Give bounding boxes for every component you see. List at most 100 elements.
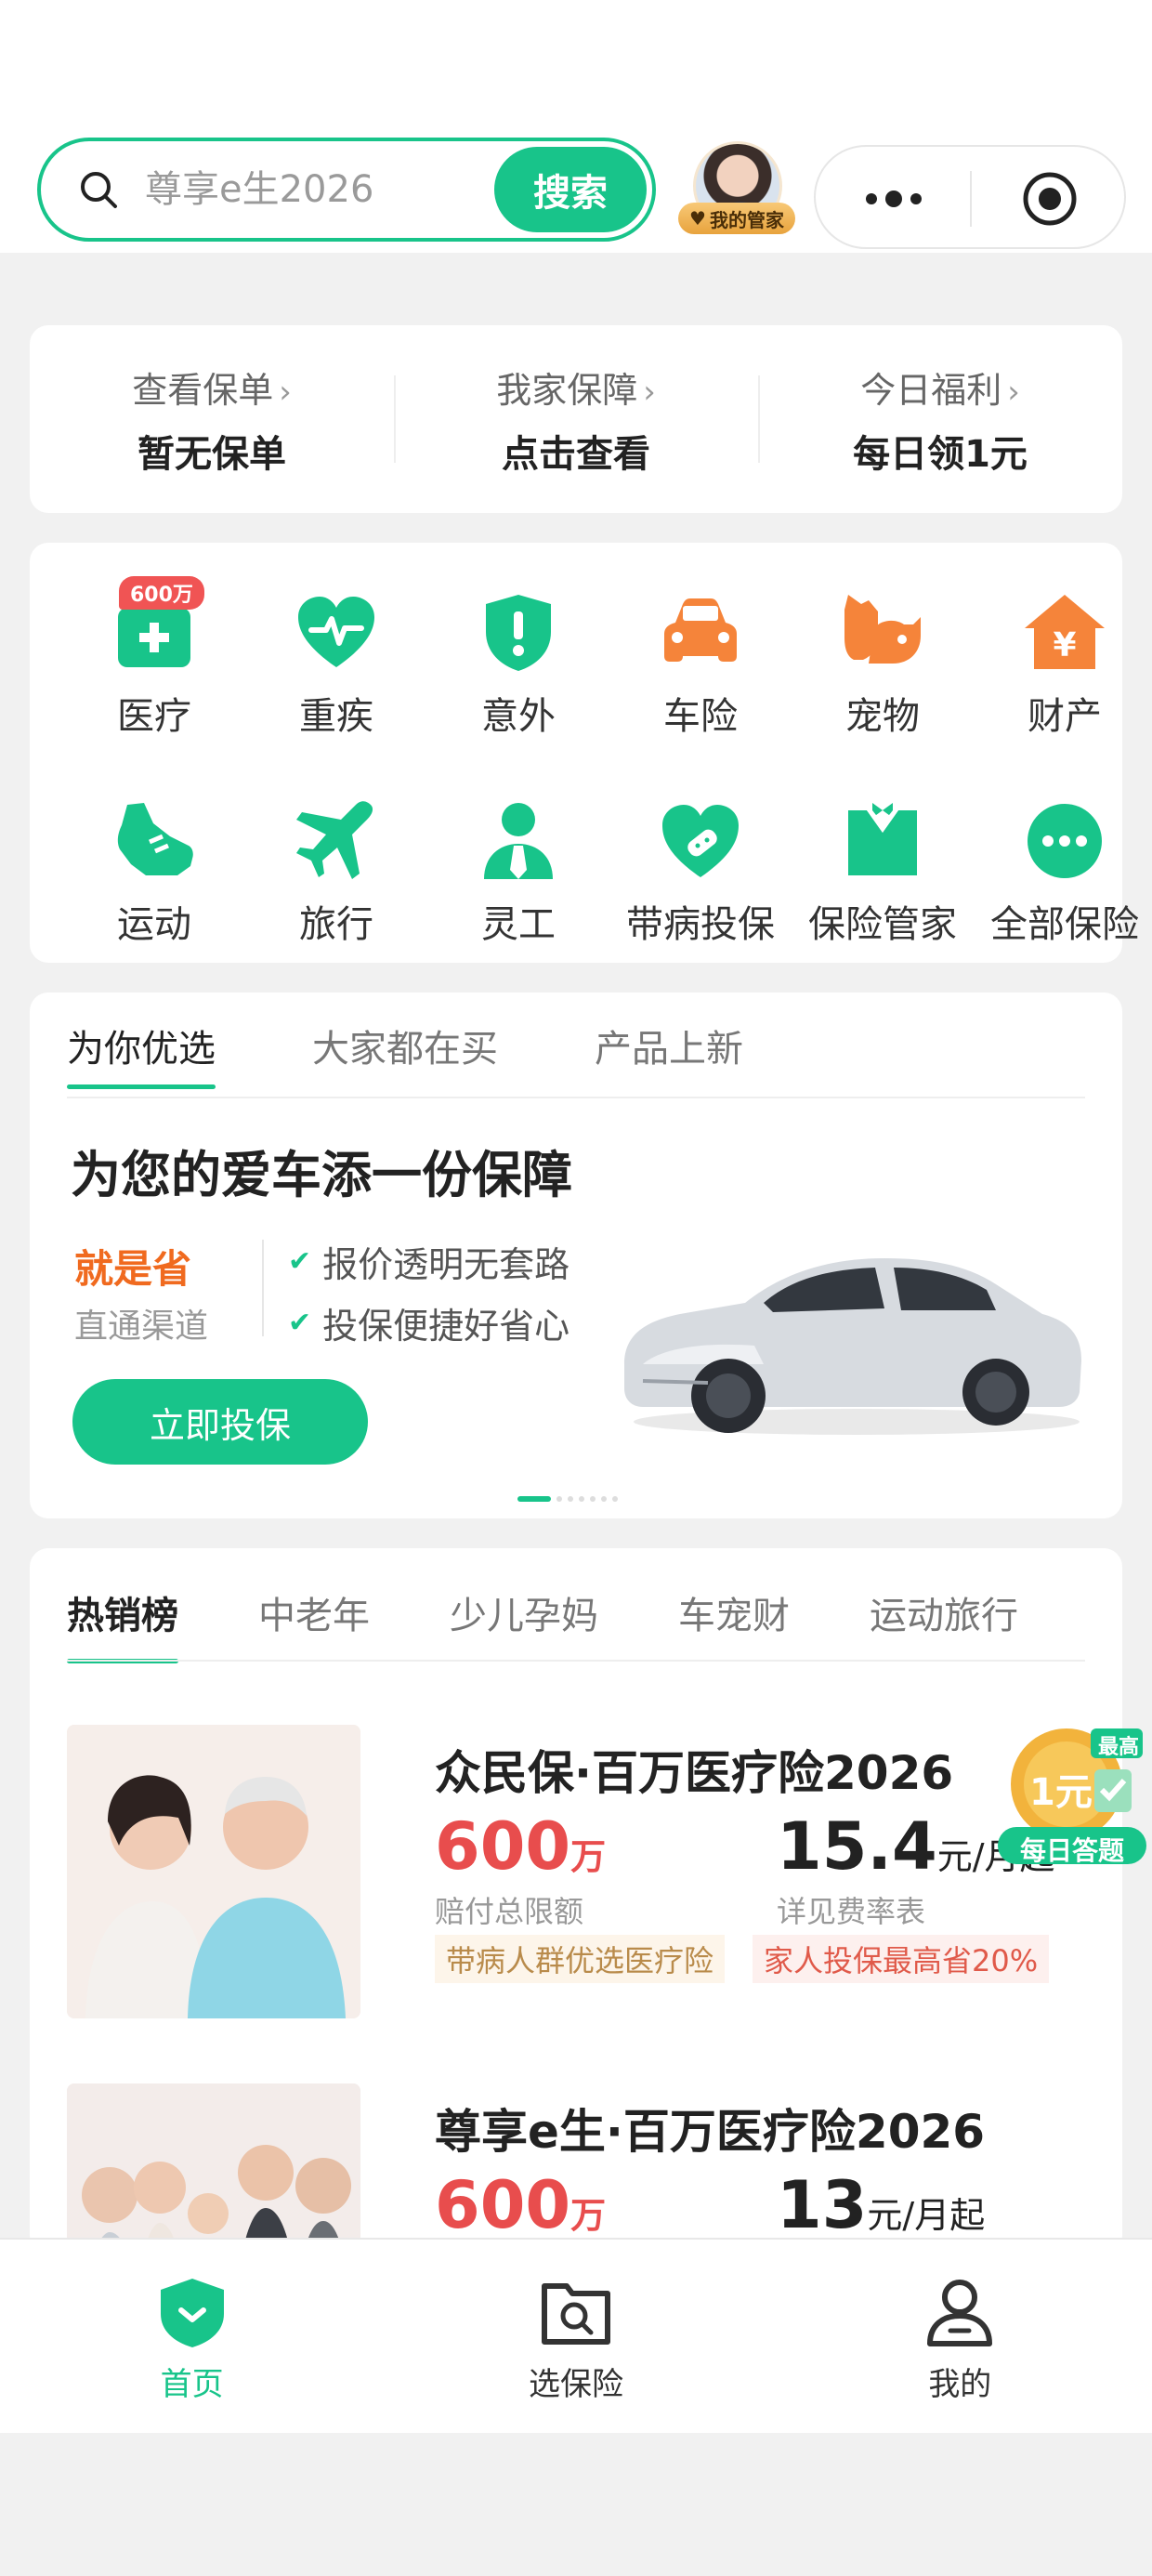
coverage-amount: 600万 bbox=[435, 1808, 606, 1885]
category-accident[interactable]: 意外 bbox=[427, 591, 609, 740]
chevron-right-icon: › bbox=[643, 373, 656, 411]
bottom-tab-bar: 首页 选保险 我的 bbox=[0, 2238, 1152, 2433]
ranking-card: 热销榜 中老年 少儿孕妈 车宠财 运动旅行 众民保·百万医疗险2026 600万… bbox=[30, 1548, 1122, 2254]
butler-icon bbox=[848, 803, 917, 875]
tab-new-products[interactable]: 产品上新 bbox=[595, 1019, 743, 1089]
family-coverage-entry[interactable]: 我家保障 › 点击查看 bbox=[394, 325, 758, 513]
airplane-icon bbox=[296, 801, 373, 879]
category-property[interactable]: ¥ 财产 bbox=[974, 591, 1152, 740]
view-policy-entry[interactable]: 查看保单 › 暂无保单 bbox=[30, 325, 394, 513]
price-value: 15.4 bbox=[777, 1808, 937, 1885]
search-box[interactable]: 搜索 bbox=[37, 138, 656, 242]
heart-icon: ♥ bbox=[689, 207, 706, 230]
tab-divider bbox=[67, 1660, 1085, 1662]
carousel-indicator bbox=[517, 1496, 618, 1502]
heart-bandage-icon bbox=[662, 805, 739, 877]
car-image bbox=[624, 1258, 1081, 1435]
capsule-divider bbox=[970, 171, 972, 227]
carousel-dot bbox=[568, 1496, 573, 1502]
category-label: 灵工 bbox=[481, 903, 556, 946]
rate-table-link[interactable]: 详见费率表 bbox=[777, 1888, 925, 1931]
tabbar-label: 我的 bbox=[928, 2366, 992, 2403]
category-butler[interactable]: 保险管家 bbox=[792, 799, 974, 948]
tab-seniors[interactable]: 中老年 bbox=[258, 1585, 370, 1663]
check-text: 投保便捷好省心 bbox=[322, 1306, 570, 1347]
category-label: 宠物 bbox=[845, 695, 920, 738]
tabbar-select-insurance[interactable]: 选保险 bbox=[384, 2240, 767, 2433]
category-all[interactable]: 全部保险 bbox=[974, 799, 1152, 948]
banner-highlight: 就是省 bbox=[74, 1246, 192, 1292]
monthly-price: 13元/月起 bbox=[777, 2167, 985, 2243]
category-auto[interactable]: 车险 bbox=[609, 591, 792, 740]
check-icon: ✔ bbox=[288, 1245, 312, 1278]
tab-popular[interactable]: 大家都在买 bbox=[312, 1019, 498, 1089]
amount-unit: 万 bbox=[570, 2195, 607, 2236]
more-dots-icon bbox=[1028, 804, 1102, 878]
banner-subhighlight: 直通渠道 bbox=[74, 1308, 209, 1346]
price-unit: 元/月起 bbox=[867, 2195, 986, 2236]
search-button[interactable]: 搜索 bbox=[494, 147, 647, 232]
price-value: 13 bbox=[777, 2167, 868, 2243]
daily-quiz-float[interactable]: 最高 1元 每日答题 bbox=[998, 1710, 1146, 1866]
category-pre-existing[interactable]: 带病投保 bbox=[609, 799, 792, 948]
tab-hot-sales[interactable]: 热销榜 bbox=[67, 1585, 178, 1663]
amount-label: 赔付总限额 bbox=[435, 1894, 584, 1929]
quiz-coin-label: 1元 bbox=[1029, 1771, 1093, 1814]
tabbar-home[interactable]: 首页 bbox=[0, 2240, 384, 2433]
check-icon: ✔ bbox=[288, 1307, 312, 1339]
category-label: 医疗 bbox=[117, 695, 191, 738]
search-input[interactable] bbox=[145, 160, 424, 219]
category-label: 车险 bbox=[663, 695, 738, 738]
banner-divider bbox=[262, 1240, 264, 1336]
carousel-dot bbox=[590, 1496, 596, 1502]
category-label: 全部保险 bbox=[990, 903, 1139, 946]
car-icon bbox=[664, 598, 737, 662]
category-label: 财产 bbox=[1028, 695, 1102, 738]
daily-benefit-entry[interactable]: 今日福利 › 每日领1元 bbox=[758, 325, 1122, 513]
category-label: 带病投保 bbox=[626, 903, 775, 946]
quiz-top-label: 最高 bbox=[1098, 1736, 1140, 1759]
top-bar: 搜索 ♥ 我的管家 bbox=[0, 0, 1152, 253]
tab-car-pet-property[interactable]: 车宠财 bbox=[678, 1585, 790, 1663]
product-item[interactable]: 尊享e生·百万医疗险2026 600万 13元/月起 bbox=[67, 2083, 1089, 2254]
product-item[interactable]: 众民保·百万医疗险2026 600万 15.4元/月起 赔付总限额 详见费率表 … bbox=[67, 1725, 1089, 2022]
sneaker-icon bbox=[117, 803, 193, 875]
policy-value: 点击查看 bbox=[502, 432, 650, 476]
policy-label: 今日福利 bbox=[860, 369, 1002, 411]
category-grid: 医疗 600万 重疾 意外 车险 宠物 ¥ 财产 运动 旅行 灵工 带病投保 保… bbox=[30, 543, 1139, 963]
tab-divider bbox=[67, 1097, 1085, 1098]
tabbar-mine[interactable]: 我的 bbox=[768, 2240, 1152, 2433]
tab-recommended[interactable]: 为你优选 bbox=[67, 1019, 216, 1089]
more-dots-icon[interactable] bbox=[857, 182, 931, 216]
tab-kids-mothers[interactable]: 少儿孕妈 bbox=[450, 1585, 598, 1663]
category-gig-worker[interactable]: 灵工 bbox=[427, 799, 609, 948]
category-critical-illness[interactable]: 重疾 bbox=[245, 591, 427, 740]
insure-now-button[interactable]: 立即投保 bbox=[72, 1379, 368, 1465]
carousel-dot bbox=[612, 1496, 618, 1502]
steward-badge[interactable]: ♥ 我的管家 bbox=[678, 203, 795, 234]
search-icon bbox=[81, 172, 117, 208]
carousel-dot bbox=[601, 1496, 607, 1502]
policy-value: 每日领1元 bbox=[853, 432, 1028, 476]
close-target-icon[interactable] bbox=[1022, 171, 1078, 227]
policy-value: 暂无保单 bbox=[137, 432, 286, 476]
product-title: 众民保·百万医疗险2026 bbox=[435, 1746, 954, 1800]
amount-value: 600 bbox=[435, 2167, 571, 2243]
pet-icon bbox=[844, 595, 921, 664]
category-medical[interactable]: 医疗 bbox=[63, 591, 245, 740]
product-tag: 家人投保最高省20% bbox=[753, 1935, 1050, 1983]
policy-label: 查看保单 bbox=[132, 369, 274, 411]
user-icon bbox=[927, 2280, 993, 2346]
product-tag: 带病人群优选医疗险 bbox=[435, 1935, 726, 1983]
coverage-amount: 600万 bbox=[435, 2167, 606, 2243]
product-image bbox=[67, 2083, 360, 2254]
category-pet[interactable]: 宠物 bbox=[792, 591, 974, 740]
shield-alert-icon bbox=[486, 595, 551, 671]
category-sports[interactable]: 运动 bbox=[63, 799, 245, 948]
category-travel[interactable]: 旅行 bbox=[245, 799, 427, 948]
steward-badge-label: 我的管家 bbox=[709, 208, 784, 231]
amount-unit: 万 bbox=[570, 1836, 607, 1877]
tab-sports-travel[interactable]: 运动旅行 bbox=[870, 1585, 1018, 1663]
amount-value: 600 bbox=[435, 1808, 571, 1885]
banner-check-item: ✔ 报价透明无套路 bbox=[288, 1236, 569, 1287]
